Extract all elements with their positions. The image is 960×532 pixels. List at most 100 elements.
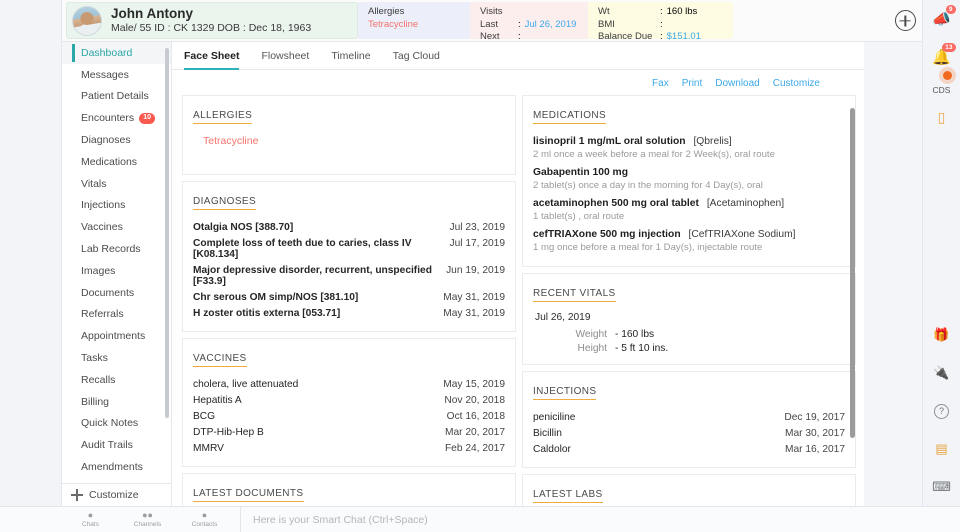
sidebar-item-audit-trails[interactable]: Audit Trails (62, 434, 171, 456)
sidebar-item-label: Amendments (81, 461, 143, 473)
item-name: Otalgia NOS [388.70] (193, 222, 293, 233)
medication-name: acetaminophen 500 mg oral tablet [Acetam… (533, 198, 845, 209)
tab-timeline[interactable]: Timeline (331, 42, 370, 70)
contacts-icon: ● (176, 510, 233, 520)
vital-value: - 5 ft 10 ins. (607, 343, 668, 354)
help-icon[interactable]: ? (923, 392, 960, 430)
item-date: Nov 20, 2018 (444, 395, 505, 406)
cds-button[interactable]: CDS (923, 80, 960, 98)
sidebar-item-documents[interactable]: Documents (62, 282, 171, 304)
header-measurements[interactable]: Wt : 160 lbs BMI : Balance Due : $151.01 (588, 2, 733, 39)
cds-label: CDS (933, 85, 951, 95)
gift-icon[interactable]: 🎁 (923, 316, 960, 354)
patient-card[interactable]: John Antony Male/ 55 ID : CK 1329 DOB : … (66, 2, 358, 39)
plug-icon[interactable]: 🔌 (923, 354, 960, 392)
sidebar-item-label: Appointments (81, 330, 145, 342)
chats-icon: ● (62, 510, 119, 520)
bell-icon[interactable]: 🔔13 (923, 38, 960, 76)
sidebar-item-injections[interactable]: Injections (62, 195, 171, 217)
item-name: Complete loss of teeth due to caries, cl… (193, 238, 439, 260)
sidebar-item-recalls[interactable]: Recalls (62, 369, 171, 391)
medication-generic: cefTRIAXone 500 mg injection (533, 229, 681, 240)
keyboard-icon[interactable]: ⌨ (923, 468, 960, 506)
medication-brand: [CefTRIAXone Sodium] (686, 229, 796, 240)
sidebar-item-vaccines[interactable]: Vaccines (62, 216, 171, 238)
sidebar-scrollbar[interactable] (165, 48, 169, 418)
vital-row: Weight- 160 lbs (533, 327, 845, 341)
sidebar-item-amendments[interactable]: Amendments (62, 456, 171, 478)
list-item: CaldolorMar 16, 2017 (533, 441, 845, 457)
sidebar-item-messages[interactable]: Messages (62, 64, 171, 86)
far-left-rail (0, 0, 62, 506)
medication-generic: Gabapentin 100 mg (533, 167, 628, 178)
sidebar-item-referrals[interactable]: Referrals (62, 304, 171, 326)
item-date: May 15, 2019 (443, 379, 505, 390)
sidebar-customize-button[interactable]: Customize (62, 483, 172, 506)
chat-tab-channels[interactable]: ●●Channels (119, 510, 176, 529)
tab-tag-cloud[interactable]: Tag Cloud (393, 42, 440, 70)
tab-flowsheet[interactable]: Flowsheet (261, 42, 309, 70)
chat-tab-chats[interactable]: ●Chats (62, 510, 119, 529)
sidebar-item-label: Images (81, 265, 115, 277)
header-visits[interactable]: Visits Last : Jul 26, 2019 Next : (470, 2, 588, 39)
sidebar-item-patient-details[interactable]: Patient Details (62, 86, 171, 108)
layout-icon[interactable]: ▤ (923, 430, 960, 468)
weight-key: Wt (598, 6, 660, 19)
item-name: Major depressive disorder, recurrent, un… (193, 265, 436, 287)
allergies-value: Tetracycline (368, 19, 462, 32)
tab-face-sheet[interactable]: Face Sheet (184, 42, 239, 70)
card-icon[interactable]: ▯ (923, 98, 960, 136)
main-scrollbar[interactable] (850, 108, 855, 438)
sidebar-item-medications[interactable]: Medications (62, 151, 171, 173)
list-item: MMRVFeb 24, 2017 (193, 441, 505, 457)
bmi-value (663, 19, 667, 32)
sidebar-item-images[interactable]: Images (62, 260, 171, 282)
weight-row: Wt : 160 lbs (598, 6, 725, 19)
sidebar-item-billing[interactable]: Billing (62, 391, 171, 413)
visit-last-value[interactable]: Jul 26, 2019 (521, 19, 577, 32)
action-download[interactable]: Download (715, 78, 759, 89)
sidebar-item-label: Referrals (81, 308, 124, 320)
sidebar-item-tasks[interactable]: Tasks (62, 347, 171, 369)
item-date: May 31, 2019 (443, 292, 505, 303)
action-customize[interactable]: Customize (773, 78, 820, 89)
item-name: BCG (193, 411, 215, 422)
sidebar-item-quick-notes[interactable]: Quick Notes (62, 413, 171, 435)
visit-last-key: Last (480, 19, 518, 32)
sidebar-item-encounters[interactable]: Encounters10 (62, 107, 171, 129)
main-panel: Face Sheet Flowsheet Timeline Tag Cloud Fax… (172, 42, 864, 506)
action-fax[interactable]: Fax (652, 78, 669, 89)
medications-section-title: MEDICATIONS (533, 110, 606, 124)
smart-chat-input[interactable]: Here is your Smart Chat (Ctrl+Space) (240, 507, 960, 532)
sidebar-item-appointments[interactable]: Appointments (62, 325, 171, 347)
vital-key: Weight (533, 329, 607, 340)
medication-brand: [Qbrelis] (691, 136, 732, 147)
sidebar-item-vitals[interactable]: Vitals (62, 173, 171, 195)
item-name: Chr serous OM simp/NOS [381.10] (193, 292, 358, 303)
megaphone-icon[interactable]: 📣9 (923, 0, 960, 38)
item-date: Dec 19, 2017 (784, 412, 845, 423)
item-date: Oct 16, 2018 (447, 411, 505, 422)
latest-labs-section-title: LATEST LABS (533, 489, 603, 503)
channels-icon: ●● (119, 510, 176, 520)
allergies-label: Allergies (368, 6, 462, 19)
medication-item: cefTRIAXone 500 mg injection [CefTRIAXon… (533, 226, 845, 257)
medication-item: Gabapentin 100 mg2 tablet(s) once a day … (533, 164, 845, 195)
header-allergies[interactable]: Allergies Tetracycline (358, 2, 470, 39)
sidebar-item-dashboard[interactable]: Dashboard (62, 42, 171, 64)
item-name: MMRV (193, 443, 224, 454)
patient-header: John Antony Male/ 55 ID : CK 1329 DOB : … (62, 0, 960, 42)
chat-tab-contacts[interactable]: ●Contacts (176, 510, 233, 529)
item-name: Hepatitis A (193, 395, 242, 406)
bottom-chat-bar: ●Chats●●Channels●Contacts Here is your S… (0, 506, 960, 532)
action-print[interactable]: Print (682, 78, 703, 89)
allergy-item: Tetracycline (193, 133, 505, 165)
sidebar-item-lab-records[interactable]: Lab Records (62, 238, 171, 260)
medication-item: acetaminophen 500 mg oral tablet [Acetam… (533, 195, 845, 226)
patient-meta: Male/ 55 ID : CK 1329 DOB : Dec 18, 1963 (111, 21, 311, 35)
medication-name: Gabapentin 100 mg (533, 167, 845, 178)
add-icon[interactable] (895, 10, 916, 31)
weight-value: 160 lbs (663, 6, 698, 19)
vital-key: Height (533, 343, 607, 354)
sidebar-item-diagnoses[interactable]: Diagnoses (62, 129, 171, 151)
